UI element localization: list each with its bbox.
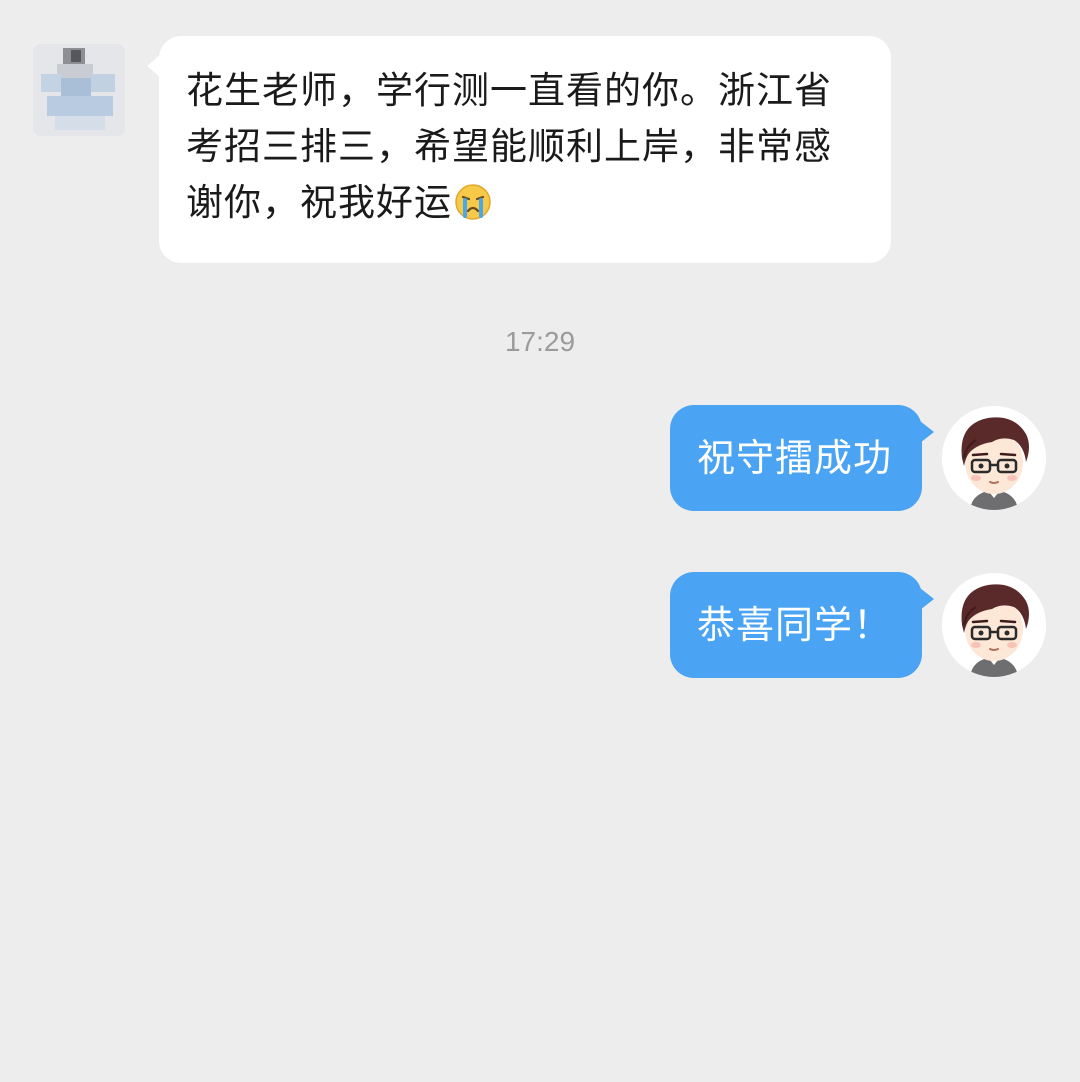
outgoing-message-text: 恭喜同学！ — [696, 603, 892, 647]
chat-message-list[interactable]: 花生老师，学行测一直看的你。浙江省考招三排三，希望能顺利上岸，非常感谢你，祝我好… — [0, 0, 1080, 1082]
outgoing-message-row: 祝守擂成功 — [0, 405, 1080, 515]
incoming-message-text: 花生老师，学行测一直看的你。浙江省考招三排三，希望能顺利上岸，非常感谢你，祝我好… — [186, 69, 832, 224]
incoming-message-bubble[interactable]: 花生老师，学行测一直看的你。浙江省考招三排三，希望能顺利上岸，非常感谢你，祝我好… — [147, 36, 891, 263]
message-timestamp: 17:29 — [504, 326, 576, 357]
outgoing-message-bubble[interactable]: 恭喜同学！ — [669, 572, 935, 678]
cartoon-teacher-avatar-icon[interactable] — [942, 573, 1046, 677]
outgoing-message-row: 恭喜同学！ — [0, 572, 1080, 682]
outgoing-message-text: 祝守擂成功 — [696, 436, 892, 480]
cartoon-teacher-avatar-icon[interactable] — [942, 406, 1046, 510]
outgoing-message-bubble[interactable]: 祝守擂成功 — [669, 405, 935, 511]
blurred-avatar-icon[interactable] — [33, 44, 125, 136]
crying-face-icon — [454, 181, 492, 237]
